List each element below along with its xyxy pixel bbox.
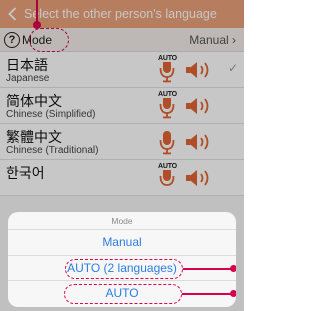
annotation-circle-auto: [64, 284, 182, 304]
annotation-dot: [230, 290, 236, 297]
action-sheet-title: Mode: [8, 212, 236, 230]
option-manual[interactable]: Manual: [8, 230, 236, 256]
option-label: Manual: [102, 235, 142, 249]
annotation-line: [182, 293, 233, 295]
annotation-dot: [230, 264, 236, 272]
mode-action-sheet: Mode Manual AUTO (2 languages) AUTO: [8, 212, 236, 307]
option-auto[interactable]: AUTO: [8, 281, 236, 307]
annotation-line: [183, 267, 233, 270]
annotation-circle-auto-2: [65, 258, 183, 279]
app-frame: Select the other person's language ? Mod…: [0, 0, 244, 311]
option-auto-2-languages[interactable]: AUTO (2 languages): [8, 256, 236, 281]
